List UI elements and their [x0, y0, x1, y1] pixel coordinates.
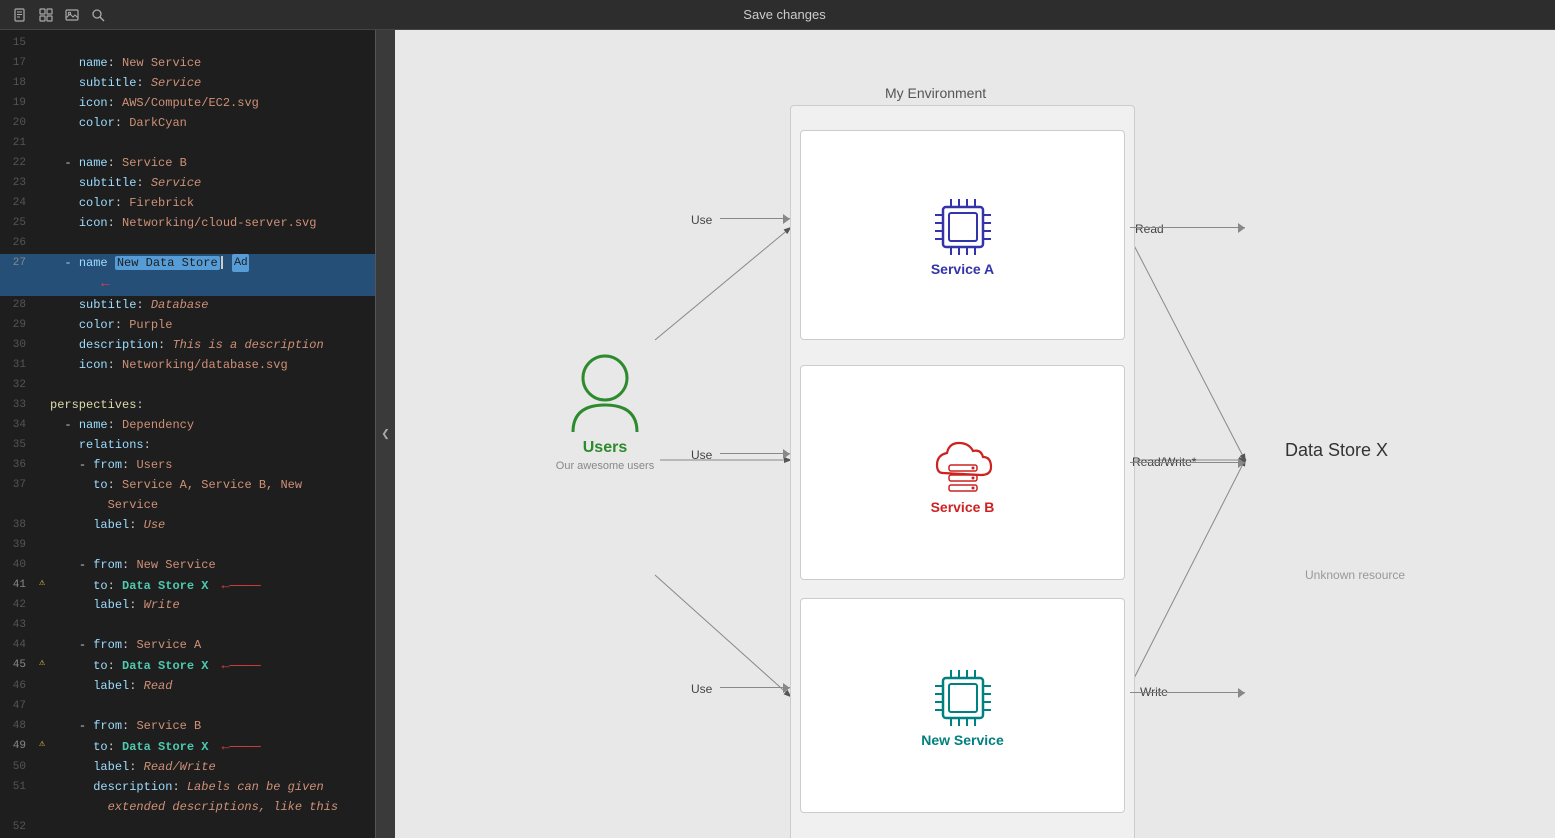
- search-icon[interactable]: [90, 7, 106, 23]
- code-line-15: 15: [0, 34, 375, 54]
- code-line-27: 27 - name New Data Store Ad ←: [0, 254, 375, 296]
- diagram-panel: My Environment Users Our awesome users U…: [395, 30, 1555, 838]
- edge-use-mid: Use: [691, 448, 712, 462]
- new-service-node: New Service: [800, 598, 1125, 813]
- code-line-38: 38 label: Use: [0, 516, 375, 536]
- new-service-icon: [929, 664, 997, 732]
- code-line-35: 35 relations:: [0, 436, 375, 456]
- code-line-45: 45 ⚠ to: Data Store X ←————: [0, 656, 375, 677]
- service-b-node: Service B: [800, 365, 1125, 580]
- code-line-18: 18 subtitle: Service: [0, 74, 375, 94]
- arrow-write: [1130, 692, 1245, 693]
- arrow-write-head: [1238, 688, 1245, 698]
- edge-use-top: Use: [691, 213, 712, 227]
- edge-read: Read: [1135, 222, 1164, 236]
- code-line-51: 51 description: Labels can be given: [0, 778, 375, 798]
- main-area: 15 17 name: New Service 18 subtitle: Ser…: [0, 30, 1555, 838]
- code-line-20: 20 color: DarkCyan: [0, 114, 375, 134]
- unknown-resource-label: Unknown resource: [1305, 568, 1405, 582]
- new-service-label: New Service: [921, 732, 1004, 748]
- users-icon: [565, 350, 645, 435]
- panel-collapse-toggle[interactable]: ❮: [375, 30, 395, 838]
- grid-icon[interactable]: [38, 7, 54, 23]
- code-line-31: 31 icon: Networking/database.svg: [0, 356, 375, 376]
- code-line-30: 30 description: This is a description: [0, 336, 375, 356]
- arrow-use-bot: [720, 687, 790, 688]
- code-line-17: 17 name: New Service: [0, 54, 375, 74]
- code-line-24: 24 color: Firebrick: [0, 194, 375, 214]
- code-line-28: 28 subtitle: Database: [0, 296, 375, 316]
- service-b-icon: [929, 431, 997, 499]
- arrow-use-mid-head: [783, 449, 790, 459]
- editor-panel[interactable]: 15 17 name: New Service 18 subtitle: Ser…: [0, 30, 375, 838]
- code-line-42: 42 label: Write: [0, 596, 375, 616]
- code-line-47: 47: [0, 697, 375, 717]
- code-line-41: 41 ⚠ to: Data Store X ←————: [0, 576, 375, 597]
- arrow-use-bot-head: [783, 683, 790, 693]
- env-label: My Environment: [885, 85, 986, 101]
- code-line-32: 32: [0, 376, 375, 396]
- code-line-40: 40 - from: New Service: [0, 556, 375, 576]
- code-line-46: 46 label: Read: [0, 677, 375, 697]
- service-a-icon: [929, 193, 997, 261]
- code-line-48: 48 - from: Service B: [0, 717, 375, 737]
- users-node: Users Our awesome users: [515, 350, 695, 472]
- code-line-37: 37 to: Service A, Service B, New: [0, 476, 375, 496]
- service-b-label: Service B: [931, 499, 995, 515]
- code-line-25: 25 icon: Networking/cloud-server.svg: [0, 214, 375, 234]
- code-line-44: 44 - from: Service A: [0, 636, 375, 656]
- code-line-21: 21: [0, 134, 375, 154]
- code-line-50: 50 label: Read/Write: [0, 758, 375, 778]
- code-line-39: 39: [0, 536, 375, 556]
- data-store-x-label: Data Store X: [1285, 440, 1388, 461]
- arrow-use-top-head: [783, 214, 790, 224]
- code-line-22: 22 - name: Service B: [0, 154, 375, 174]
- code-line-19: 19 icon: AWS/Compute/EC2.svg: [0, 94, 375, 114]
- arrow-readwrite-head: [1238, 458, 1245, 468]
- edge-use-bot: Use: [691, 682, 712, 696]
- toolbar-icons: [12, 7, 106, 23]
- service-a-node: Service A: [800, 130, 1125, 340]
- arrow-readwrite: [1130, 462, 1245, 463]
- users-sublabel: Our awesome users: [515, 460, 695, 472]
- users-label: Users: [515, 439, 695, 457]
- arrow-use-top: [720, 218, 790, 219]
- code-line-36: 36 - from: Users: [0, 456, 375, 476]
- code-line-43: 43: [0, 616, 375, 636]
- code-line-26: 26: [0, 234, 375, 254]
- top-bar: Save changes: [0, 0, 1555, 30]
- code-line-29: 29 color: Purple: [0, 316, 375, 336]
- code-line-49: 49 ⚠ to: Data Store X ←————: [0, 737, 375, 758]
- code-line-23: 23 subtitle: Service: [0, 174, 375, 194]
- code-line-34: 34 - name: Dependency: [0, 416, 375, 436]
- service-a-label: Service A: [931, 261, 994, 277]
- code-line-52: 52: [0, 818, 375, 838]
- document-icon[interactable]: [12, 7, 28, 23]
- code-line-33: 33 perspectives:: [0, 396, 375, 416]
- image-icon[interactable]: [64, 7, 80, 23]
- arrow-read-head: [1238, 223, 1245, 233]
- code-line-51b: extended descriptions, like this: [0, 798, 375, 818]
- code-line-37b: Service: [0, 496, 375, 516]
- arrow-read: [1130, 227, 1245, 228]
- window-title: Save changes: [743, 7, 825, 22]
- arrow-use-mid: [720, 453, 790, 454]
